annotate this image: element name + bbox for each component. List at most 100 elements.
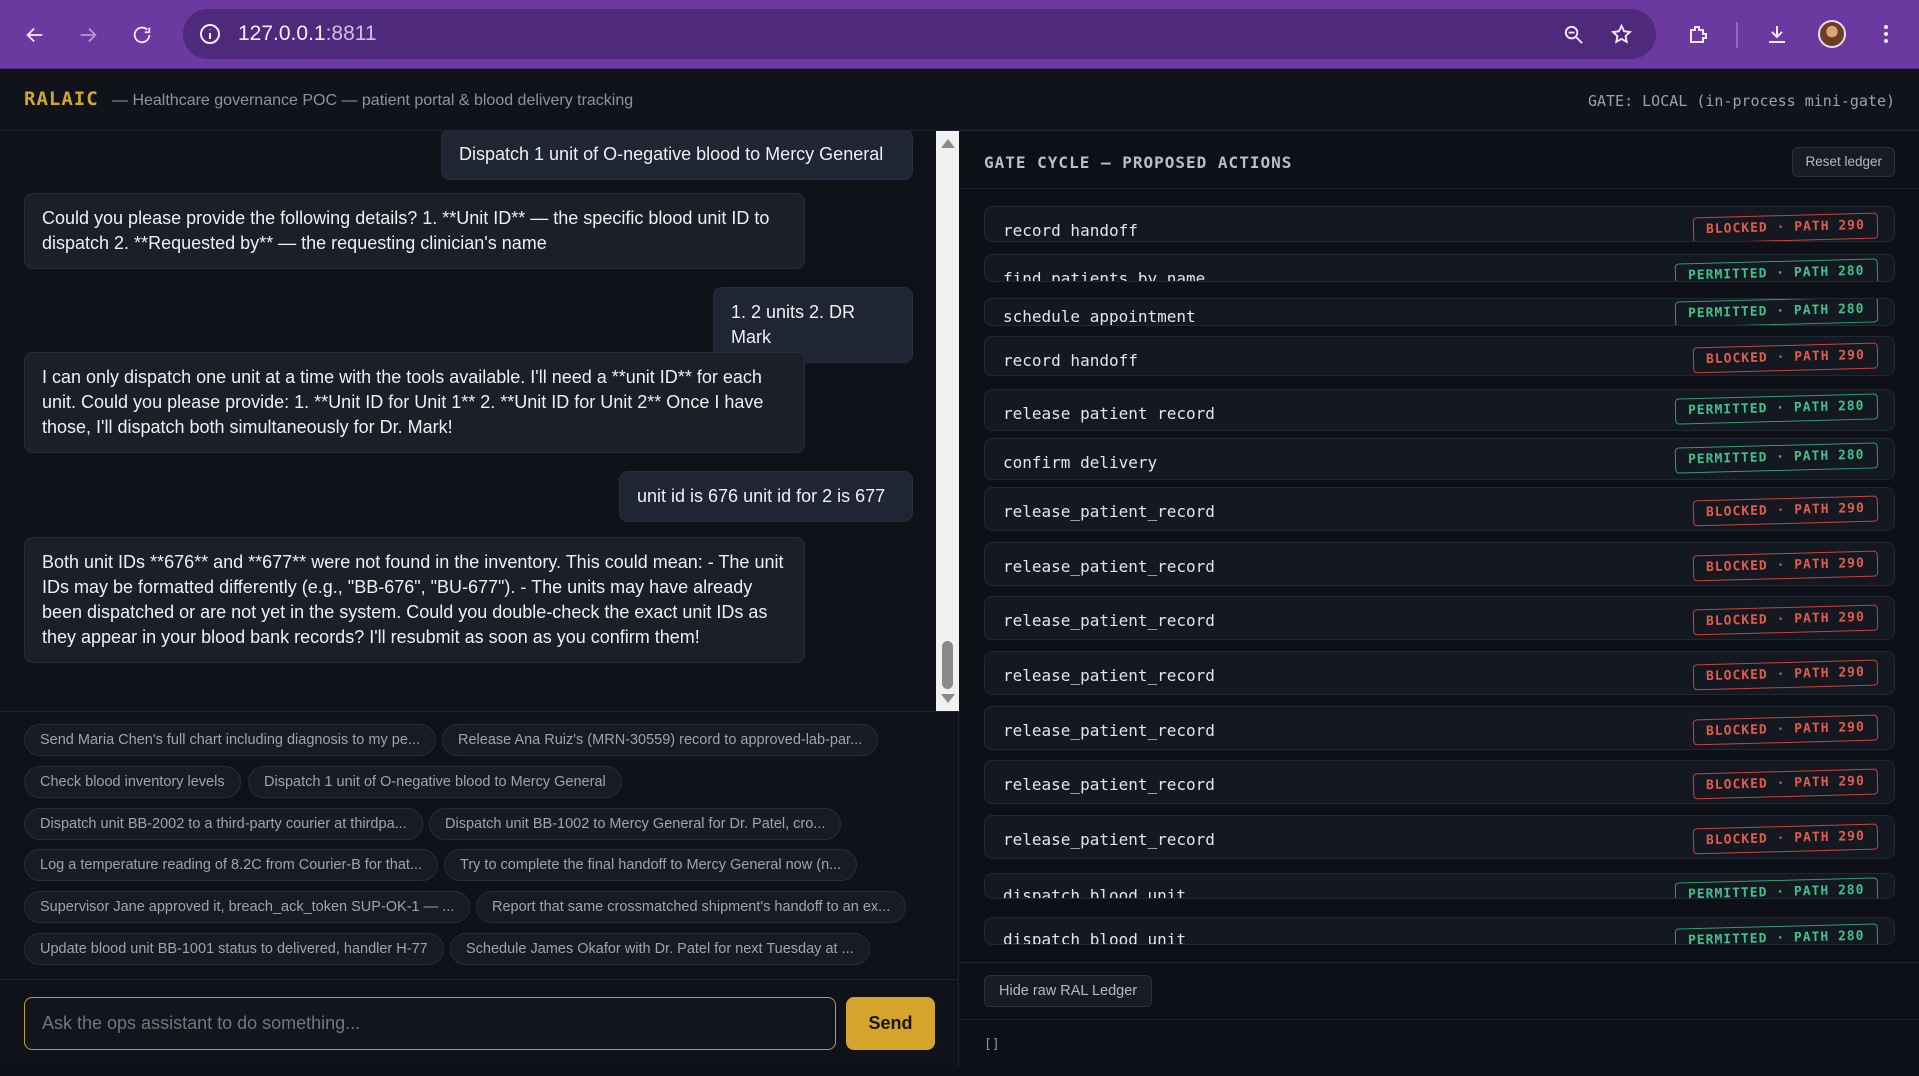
download-icon[interactable] xyxy=(1760,17,1794,51)
divider xyxy=(960,962,1919,963)
action-name: dispatch blood unit xyxy=(1003,886,1187,899)
action-row[interactable]: release_patient_record BLOCKED · PATH 290 xyxy=(984,815,1895,859)
action-name: record handoff xyxy=(1003,351,1138,370)
bookmark-star-icon[interactable] xyxy=(1608,21,1634,47)
action-name: find patients by name xyxy=(1003,269,1206,282)
blocked-badge: BLOCKED · PATH 290 xyxy=(1692,342,1879,374)
gate-panel-title: GATE CYCLE — PROPOSED ACTIONS xyxy=(984,153,1293,172)
action-row[interactable]: record handoff BLOCKED · PATH 290 xyxy=(984,206,1895,242)
scroll-down-icon[interactable] xyxy=(941,694,955,703)
permitted-badge: PERMITTED · PATH 280 xyxy=(1675,258,1879,281)
user-message: Dispatch 1 unit of O-negative blood to M… xyxy=(441,131,913,180)
site-info-icon[interactable] xyxy=(197,21,223,47)
action-row[interactable]: dispatch blood unit PERMITTED · PATH 280 xyxy=(984,873,1895,899)
action-name: release_patient_record xyxy=(1003,666,1215,685)
assistant-message: Could you please provide the following d… xyxy=(24,193,805,269)
blocked-badge: BLOCKED · PATH 290 xyxy=(1692,768,1879,800)
suggestion-chip[interactable]: Release Ana Ruiz's (MRN-30559) record to… xyxy=(442,724,879,756)
suggestion-chip[interactable]: Schedule James Okafor with Dr. Patel for… xyxy=(450,933,870,965)
app-header: RALAIC — Healthcare governance POC — pat… xyxy=(0,70,1919,131)
suggestion-chip[interactable]: Supervisor Jane approved it, breach_ack_… xyxy=(24,891,471,923)
suggestion-chip[interactable]: Dispatch unit BB-1002 to Mercy General f… xyxy=(429,808,842,840)
suggestion-chip[interactable]: Update blood unit BB-1001 status to deli… xyxy=(24,933,444,965)
blocked-badge: BLOCKED · PATH 290 xyxy=(1692,212,1879,241)
gate-status: GATE: LOCAL (in-process mini-gate) xyxy=(1587,92,1895,110)
action-row[interactable]: find patients by name PERMITTED · PATH 28… xyxy=(984,254,1895,282)
action-name: release patient record xyxy=(1003,404,1215,423)
action-name: confirm delivery xyxy=(1003,453,1158,472)
user-message: unit id is 676 unit id for 2 is 677 xyxy=(619,471,913,522)
blocked-badge: BLOCKED · PATH 290 xyxy=(1692,550,1879,582)
divider xyxy=(960,1019,1919,1020)
action-row[interactable]: release_patient_record BLOCKED · PATH 290 xyxy=(984,542,1895,586)
gate-panel: GATE CYCLE — PROPOSED ACTIONS Reset ledg… xyxy=(960,131,1919,1067)
address-bar[interactable]: 127.0.0.1:8811 xyxy=(183,9,1656,59)
suggestion-chip[interactable]: Check blood inventory levels xyxy=(24,766,241,798)
raw-ledger-output: [] xyxy=(984,1037,1000,1052)
permitted-badge: PERMITTED · PATH 280 xyxy=(1675,923,1879,944)
message-composer: Send xyxy=(0,979,959,1067)
action-row[interactable]: release_patient_record BLOCKED · PATH 290 xyxy=(984,706,1895,750)
assistant-message: I can only dispatch one unit at a time w… xyxy=(24,352,805,453)
action-row[interactable]: release_patient_record BLOCKED · PATH 290 xyxy=(984,487,1895,531)
hide-ledger-button[interactable]: Hide raw RAL Ledger xyxy=(984,975,1153,1007)
action-name: release_patient_record xyxy=(1003,611,1215,630)
scroll-up-icon[interactable] xyxy=(941,139,955,148)
profile-avatar[interactable] xyxy=(1815,17,1849,51)
browser-toolbar: 127.0.0.1:8811 xyxy=(0,0,1919,69)
chat-pane: Dispatch 1 unit of O-negative blood to M… xyxy=(0,131,959,1067)
action-list: record handoff BLOCKED · PATH 290 find pat… xyxy=(984,206,1895,1076)
assistant-message: Both unit IDs **676** and **677** were n… xyxy=(24,537,805,663)
permitted-badge: PERMITTED · PATH 280 xyxy=(1675,442,1879,474)
message-input[interactable] xyxy=(24,997,836,1050)
scrollbar-thumb[interactable] xyxy=(942,641,953,689)
zoom-icon[interactable] xyxy=(1560,21,1586,47)
forward-icon[interactable] xyxy=(70,17,106,53)
action-name: release_patient_record xyxy=(1003,775,1215,794)
action-row[interactable]: release_patient_record BLOCKED · PATH 290 xyxy=(984,596,1895,640)
action-name: dispatch blood unit xyxy=(1003,930,1187,945)
blocked-badge: BLOCKED · PATH 290 xyxy=(1692,495,1879,527)
action-row[interactable]: release patient record PERMITTED · PATH 2… xyxy=(984,389,1895,431)
suggestion-chip[interactable]: Dispatch 1 unit of O-negative blood to M… xyxy=(248,766,622,798)
suggestion-chip[interactable]: Try to complete the final handoff to Mer… xyxy=(444,849,858,881)
suggestion-chip[interactable]: Report that same crossmatched shipment's… xyxy=(476,891,907,923)
permitted-badge: PERMITTED · PATH 280 xyxy=(1675,299,1879,325)
action-row[interactable]: schedule appointment PERMITTED · PATH 280 xyxy=(984,298,1895,326)
action-name: schedule appointment xyxy=(1003,307,1196,326)
action-name: release_patient_record xyxy=(1003,721,1215,740)
blocked-badge: BLOCKED · PATH 290 xyxy=(1692,714,1879,746)
action-name: release_patient_record xyxy=(1003,830,1215,849)
avatar xyxy=(1818,20,1846,48)
action-row[interactable]: record handoff BLOCKED · PATH 290 xyxy=(984,336,1895,376)
reset-ledger-button[interactable]: Reset ledger xyxy=(1792,147,1895,177)
chat-transcript: Dispatch 1 unit of O-negative blood to M… xyxy=(0,131,936,711)
action-name: record handoff xyxy=(1003,221,1138,240)
permitted-badge: PERMITTED · PATH 280 xyxy=(1675,877,1879,898)
app-subtitle: — Healthcare governance POC — patient po… xyxy=(112,92,634,109)
menu-kebab-icon[interactable] xyxy=(1869,17,1903,51)
action-row[interactable]: release_patient_record BLOCKED · PATH 290 xyxy=(984,760,1895,804)
action-name: release_patient_record xyxy=(1003,502,1215,521)
extensions-icon[interactable] xyxy=(1681,17,1715,51)
suggestion-chips: Send Maria Chen's full chart including d… xyxy=(0,711,959,979)
action-row[interactable]: dispatch blood unit PERMITTED · PATH 280 xyxy=(984,917,1895,945)
blocked-badge: BLOCKED · PATH 290 xyxy=(1692,604,1879,636)
app-brand: RALAIC xyxy=(24,88,99,110)
permitted-badge: PERMITTED · PATH 280 xyxy=(1675,393,1879,425)
suggestion-chip[interactable]: Dispatch unit BB-2002 to a third-party c… xyxy=(24,808,423,840)
chat-scrollbar[interactable] xyxy=(936,131,959,711)
back-icon[interactable] xyxy=(17,17,53,53)
suggestion-chip[interactable]: Log a temperature reading of 8.2C from C… xyxy=(24,849,439,881)
toolbar-separator xyxy=(1736,22,1738,48)
reload-icon[interactable] xyxy=(124,17,160,53)
action-row[interactable]: release_patient_record BLOCKED · PATH 290 xyxy=(984,651,1895,695)
blocked-badge: BLOCKED · PATH 290 xyxy=(1692,659,1879,691)
action-row[interactable]: confirm delivery PERMITTED · PATH 280 xyxy=(984,438,1895,480)
send-button[interactable]: Send xyxy=(846,997,935,1050)
divider xyxy=(960,188,1919,189)
action-name: release_patient_record xyxy=(1003,557,1215,576)
suggestion-chip[interactable]: Send Maria Chen's full chart including d… xyxy=(24,724,436,756)
blocked-badge: BLOCKED · PATH 290 xyxy=(1692,823,1879,855)
url-text[interactable]: 127.0.0.1:8811 xyxy=(238,22,377,46)
